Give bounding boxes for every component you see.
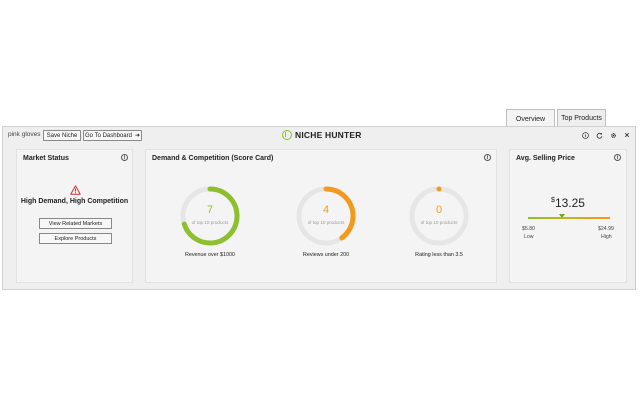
toolbar: pink gloves Save Niche Go To Dashboard ➜… <box>3 127 635 145</box>
rating-score-value: 0 <box>435 204 443 216</box>
reviews-score-label: Reviews under 200 <box>302 252 350 258</box>
progress-ring <box>180 186 240 246</box>
avg-selling-price-card: Avg. Selling Price i $13.25 $5.80 Low $2… <box>509 149 627 283</box>
explore-products-label: Explore Products <box>54 235 97 242</box>
view-related-markets-label: View Related Markets <box>48 220 103 227</box>
go-to-dashboard-label: Go To Dashboard <box>85 132 132 139</box>
info-icon[interactable]: i <box>614 154 621 161</box>
avg-price-value: $13.25 <box>510 196 626 210</box>
info-icon[interactable]: i <box>121 154 128 161</box>
low-price-label: Low <box>524 234 534 240</box>
arrow-right-icon: ➜ <box>134 133 140 139</box>
market-status-title: Market Status <box>23 155 69 162</box>
market-status-card: Market Status i High Demand, High Compet… <box>16 149 133 283</box>
avg-price-amount: 13.25 <box>554 196 585 210</box>
demand-competition-title: Demand & Competition (Score Card) <box>152 155 274 162</box>
info-icon[interactable]: i <box>484 154 491 161</box>
close-icon[interactable] <box>623 130 631 140</box>
low-price-value: $5.80 <box>522 226 535 232</box>
rating-score-subtext: of top 10 products <box>420 220 458 225</box>
save-niche-button[interactable]: Save Niche <box>43 130 81 141</box>
view-related-markets-button[interactable]: View Related Markets <box>39 218 112 229</box>
revenue-score-label: Revenue over $1000 <box>184 252 236 258</box>
save-niche-label: Save Niche <box>46 132 78 139</box>
reviews-score-subtext: of top 10 products <box>307 220 345 225</box>
logo-text: NICHE HUNTER <box>295 130 362 140</box>
market-status-text: High Demand, High Competition <box>20 198 129 205</box>
price-range-bar <box>528 217 610 219</box>
avg-selling-price-title: Avg. Selling Price <box>516 155 575 162</box>
high-price-label: High <box>601 234 612 240</box>
revenue-score-subtext: of top 10 products <box>191 220 229 225</box>
reviews-score-value: 4 <box>322 204 330 216</box>
reviews-score-ring: 4 of top 10 products <box>294 184 358 248</box>
ring-progress-dot <box>436 186 442 192</box>
niche-hunter-logo-icon <box>282 130 292 140</box>
revenue-score-ring: 7 of top 10 products <box>178 184 242 248</box>
gear-icon[interactable] <box>609 130 617 140</box>
logo: NICHE HUNTER <box>282 130 362 140</box>
progress-ring <box>409 186 469 246</box>
search-term: pink gloves <box>8 131 41 138</box>
price-marker-icon <box>559 214 565 218</box>
demand-competition-card: Demand & Competition (Score Card) i 7 of… <box>145 149 497 283</box>
rating-score-ring: 0 of top 10 products <box>407 184 471 248</box>
niche-hunter-panel: pink gloves Save Niche Go To Dashboard ➜… <box>2 126 636 290</box>
rating-score-label: Rating less than 3.5 <box>415 252 463 258</box>
info-icon[interactable] <box>581 130 589 140</box>
revenue-score-value: 7 <box>206 204 214 216</box>
high-price-value: $24.99 <box>598 226 614 232</box>
progress-ring <box>296 186 356 246</box>
refresh-icon[interactable] <box>595 130 603 140</box>
toolbar-icons <box>581 130 631 140</box>
explore-products-button[interactable]: Explore Products <box>39 233 112 244</box>
ring-track <box>409 186 469 246</box>
go-to-dashboard-button[interactable]: Go To Dashboard ➜ <box>83 130 142 141</box>
tab-top-products[interactable]: Top Products <box>557 109 606 127</box>
